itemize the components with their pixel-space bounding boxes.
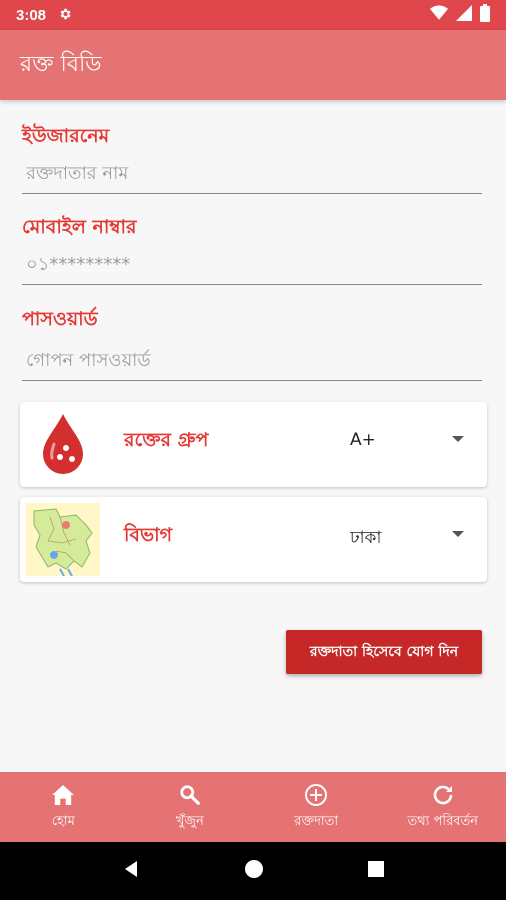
nav-label-donor: রক্তদাতা [294,813,339,829]
username-label: ইউজারনেম [22,125,110,147]
dropdown-arrow-icon[interactable] [452,531,464,537]
nav-item-update-info[interactable]: তথ্য পরিবর্তন [380,772,506,842]
search-icon [177,782,203,808]
bangladesh-map-icon [26,503,100,577]
nav-item-search[interactable]: খুঁজুন [127,772,254,842]
nav-label-update-info: তথ্য পরিবর্তন [407,813,479,829]
division-card[interactable]: বিভাগ ঢাকা [20,497,487,582]
nav-item-home[interactable]: হোম [0,772,127,842]
wifi-icon [430,5,448,25]
back-icon[interactable] [121,859,141,883]
nav-label-search: খুঁজুন [175,813,204,829]
nav-label-home: হোম [51,813,75,829]
status-time: 3:08 [16,6,47,24]
app-bar: রক্ত বিডি [0,30,506,100]
password-input[interactable] [22,341,482,381]
home-circle-icon[interactable] [244,859,264,883]
home-icon [50,782,76,808]
division-label: বিভাগ [124,524,173,546]
mobile-input[interactable] [22,245,482,285]
password-label: পাসওয়ার্ড [22,308,98,330]
bottom-nav: হোম খুঁজুন রক্তদাতা তথ্য পরিবর্তন [0,772,506,842]
status-bar: 3:08 [0,0,506,30]
blood-group-label: রক্তের গ্রুপ [124,429,209,451]
dropdown-arrow-icon[interactable] [452,436,464,442]
settings-gear-icon [58,6,72,25]
blood-drop-icon [26,408,100,481]
division-value[interactable]: ঢাকা [350,525,381,553]
app-title: রক্ত বিডি [20,51,102,77]
add-circle-icon [303,782,329,808]
battery-icon [480,4,490,26]
join-donor-button[interactable]: রক্তদাতা হিসেবে যোগ দিন [286,630,482,674]
mobile-label: মোবাইল নাম্বার [22,216,137,238]
system-nav-bar [0,842,506,900]
refresh-icon [430,782,456,808]
status-icons [430,4,490,26]
recents-square-icon[interactable] [367,860,385,882]
username-input[interactable] [22,154,482,194]
blood-group-value[interactable]: A+ [350,430,376,450]
nav-item-donor[interactable]: রক্তদাতা [253,772,380,842]
blood-group-card[interactable]: রক্তের গ্রুপ A+ [20,402,487,487]
signal-icon [456,5,472,25]
